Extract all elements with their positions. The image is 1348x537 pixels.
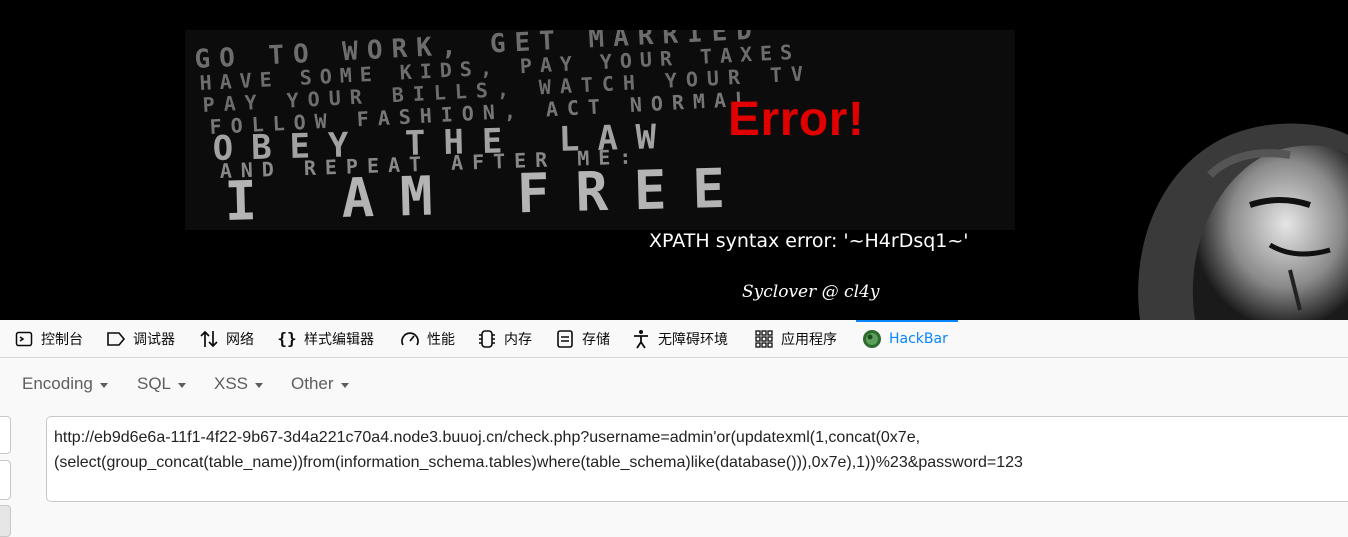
chevron-down-icon	[99, 382, 108, 388]
other-menu[interactable]: Other	[291, 366, 349, 402]
application-icon	[754, 329, 774, 349]
tab-hackbar-label: HackBar	[889, 330, 948, 347]
tab-console-label: 控制台	[41, 331, 83, 348]
xss-menu[interactable]: XSS	[214, 366, 264, 402]
chevron-down-icon	[178, 382, 187, 388]
tab-console[interactable]: 控制台	[14, 320, 83, 357]
load-url-button[interactable]	[0, 416, 11, 454]
hackbar-icon	[862, 329, 882, 349]
tab-style-editor-label: 样式编辑器	[304, 331, 374, 348]
devtools-toolbar: 控制台 调试器 网络 {} 样式编辑器 性能 内存 存储 无障碍环境 应用程序 …	[0, 320, 1348, 358]
style-editor-icon: {}	[277, 329, 297, 348]
tab-debugger-label: 调试器	[133, 331, 175, 348]
storage-icon	[555, 329, 575, 349]
tab-storage[interactable]: 存储	[555, 320, 610, 357]
encoding-menu-label: Encoding	[22, 374, 93, 393]
chevron-down-icon	[340, 382, 349, 388]
tab-storage-label: 存储	[582, 331, 610, 348]
execute-button[interactable]	[0, 505, 11, 537]
tab-performance[interactable]: 性能	[400, 320, 455, 357]
url-textarea[interactable]: http://eb9d6e6a-11f1-4f22-9b67-3d4a221c7…	[46, 416, 1348, 502]
console-icon	[14, 329, 34, 349]
hackbar-menu: Encoding SQL XSS Other	[0, 366, 1348, 406]
tab-network[interactable]: 网络	[199, 320, 254, 357]
error-title: Error!	[728, 93, 865, 146]
tab-application[interactable]: 应用程序	[754, 320, 837, 357]
sql-menu-label: SQL	[137, 374, 172, 393]
tab-debugger[interactable]: 调试器	[106, 320, 175, 357]
debugger-icon	[106, 329, 126, 349]
tab-memory[interactable]: 内存	[477, 320, 532, 357]
sql-menu[interactable]: SQL	[137, 366, 187, 402]
url-line-1: http://eb9d6e6a-11f1-4f22-9b67-3d4a221c7…	[54, 429, 921, 446]
guy-fawkes-mask-image	[1100, 95, 1348, 320]
error-message: XPATH syntax error: '~H4rDsq1~'	[649, 230, 969, 252]
performance-icon	[400, 329, 420, 349]
tab-application-label: 应用程序	[781, 331, 837, 348]
tab-accessibility[interactable]: 无障碍环境	[631, 320, 728, 357]
url-line-2: (select(group_concat(table_name))from(in…	[54, 454, 1023, 471]
tab-accessibility-label: 无障碍环境	[658, 331, 728, 348]
tab-style-editor[interactable]: {} 样式编辑器	[277, 320, 374, 357]
tab-memory-label: 内存	[504, 331, 532, 348]
page-banner: GO TO WORK, GET MARRIED HAVE SOME KIDS, …	[0, 0, 1348, 320]
network-icon	[199, 329, 219, 349]
xss-menu-label: XSS	[214, 374, 249, 393]
poster-image: GO TO WORK, GET MARRIED HAVE SOME KIDS, …	[185, 30, 1015, 230]
split-url-button[interactable]	[0, 460, 11, 500]
memory-icon	[477, 329, 497, 349]
signature: Syclover @ cl4y	[742, 282, 880, 302]
poster-line-7: I AM FREE	[224, 156, 752, 230]
other-menu-label: Other	[291, 374, 334, 393]
encoding-menu[interactable]: Encoding	[22, 366, 108, 402]
tab-network-label: 网络	[226, 331, 254, 348]
tab-performance-label: 性能	[427, 331, 455, 348]
accessibility-icon	[631, 329, 651, 349]
tab-hackbar[interactable]: HackBar	[856, 320, 958, 357]
chevron-down-icon	[255, 382, 264, 388]
